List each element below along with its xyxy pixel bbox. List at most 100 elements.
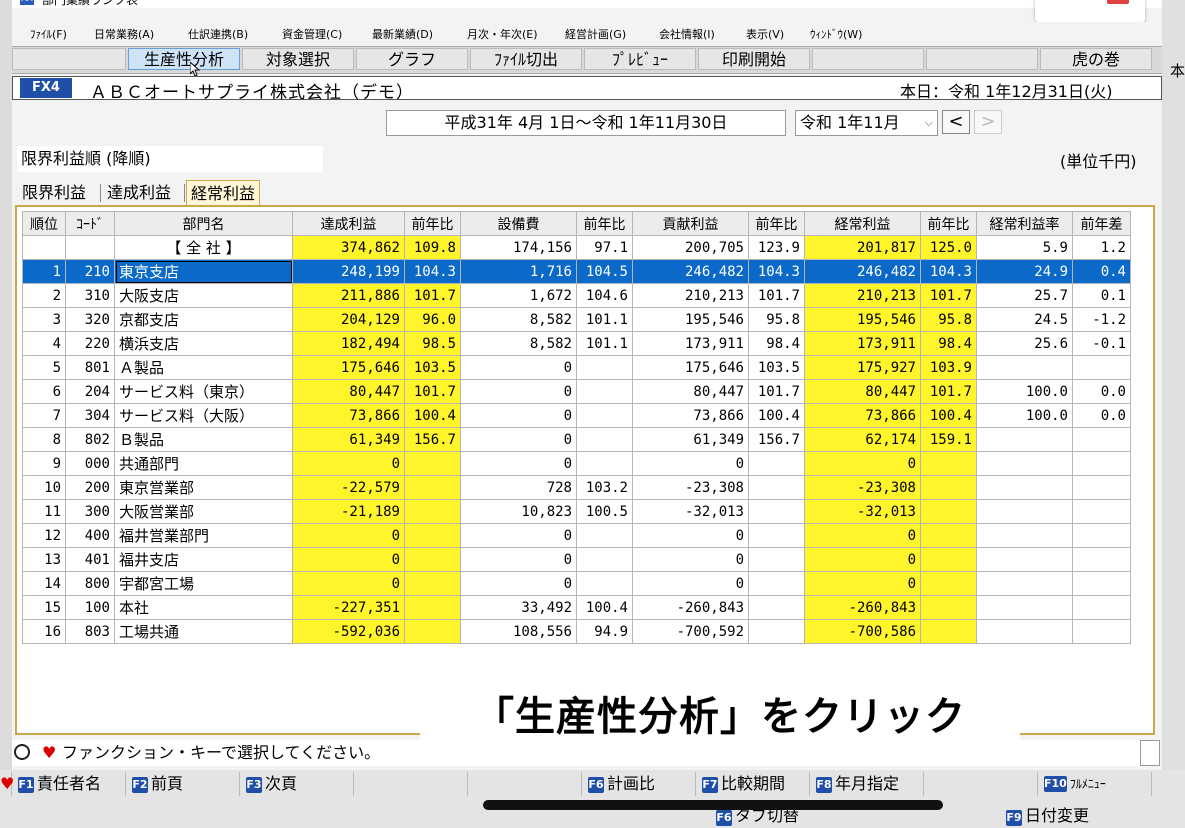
tab-achieved-profit[interactable]: 達成利益 — [103, 180, 175, 206]
value-cell — [404, 619, 461, 644]
fkey-f3[interactable]: F3 次頁 — [242, 772, 354, 796]
value-cell — [976, 427, 1073, 452]
toolbar-blank — [12, 48, 126, 70]
code-cell: 802 — [65, 427, 115, 452]
menu-daily[interactable]: 日常業務(A) — [94, 26, 154, 42]
table-row[interactable]: 14 800 宇都宮工場 0 0 0 0 — [22, 571, 1131, 596]
right-edge-text: 本 — [1170, 62, 1185, 80]
fkey-f6[interactable]: F6 計画比 — [584, 772, 696, 796]
fkey-f2[interactable]: F2 前頁 — [128, 772, 240, 796]
code-cell: 220 — [65, 331, 115, 356]
table-row[interactable]: 4 220 横浜支店 182,494 98.5 8,582 101.1 173,911 98.4… — [22, 331, 1131, 356]
date-change-key[interactable]: F9 日付変更 — [1006, 804, 1089, 828]
close-icon[interactable] — [1107, 0, 1129, 4]
value-cell — [1072, 451, 1131, 476]
next-month-button[interactable]: > — [974, 110, 1002, 134]
column-header[interactable]: 前年比 — [920, 211, 977, 236]
table-row[interactable]: 9 000 共通部門 0 0 0 0 — [22, 451, 1131, 476]
menu-latest[interactable]: 最新業績(D) — [372, 26, 433, 42]
fkey-f1[interactable]: F1 責任者名 — [14, 772, 126, 796]
tab-ordinary-profit[interactable]: 経常利益 — [186, 180, 261, 207]
table-row[interactable]: 10 200 東京営業部 -22,579 728 103.2 -23,308 -23,308 — [22, 475, 1131, 500]
value-cell — [976, 619, 1073, 644]
name-cell: 京都支店 — [114, 307, 293, 332]
value-cell: 0.0 — [1072, 403, 1131, 428]
fkey-f8[interactable]: F8 年月指定 — [812, 772, 924, 796]
table-row[interactable]: 15 100 本社 -227,351 33,492 100.4 -260,843 -260,8… — [22, 595, 1131, 620]
value-cell: -1.2 — [1072, 307, 1131, 332]
menu-bar: ﾌｧｲﾙ(F) 日常業務(A) 仕訳連携(B) 資金管理(C) 最新業績(D) … — [12, 22, 1162, 44]
menu-file[interactable]: ﾌｧｲﾙ(F) — [30, 26, 67, 42]
value-cell: 0 — [460, 355, 577, 380]
menu-view[interactable]: 表示(V) — [746, 26, 784, 42]
table-row[interactable]: 12 400 福井営業部門 0 0 0 0 — [22, 523, 1131, 548]
column-header[interactable]: 前年比 — [748, 211, 805, 236]
column-header[interactable]: 部門名 — [114, 211, 293, 236]
column-header[interactable]: 達成利益 — [292, 211, 405, 236]
fkey-f4-blank — [356, 772, 468, 796]
table-row-total[interactable]: 【 全 社 】 374,862 109.8 174,156 97.1 200,705 123… — [22, 235, 1131, 260]
menu-plan[interactable]: 経営計画(G) — [565, 26, 626, 42]
menu-funds[interactable]: 資金管理(C) — [282, 26, 342, 42]
table-row[interactable]: 2 310 大阪支店 211,886 101.7 1,672 104.6 210,213 101… — [22, 283, 1131, 308]
menu-window[interactable]: ｳｨﾝﾄﾞｳ(W) — [810, 26, 862, 42]
table-row[interactable]: 6 204 サービス料（東京） 80,447 101.7 0 80,447 101.7 80,4… — [22, 379, 1131, 404]
value-cell: 0 — [292, 451, 405, 476]
menu-journal[interactable]: 仕訳連携(B) — [188, 26, 248, 42]
status-bar: ♥ ファンクション・キーで選択してください。 — [12, 740, 1142, 766]
column-header[interactable]: 前年比 — [404, 211, 461, 236]
value-cell — [748, 475, 805, 500]
fkey-f10[interactable]: F10 ﾌﾙﾒﾆｭｰ — [1040, 772, 1152, 796]
table-row[interactable]: 8 802 Ｂ製品 61,349 156.7 0 61,349 156.7 62,174 159.… — [22, 427, 1131, 452]
prev-month-button[interactable]: < — [942, 110, 970, 134]
code-cell — [65, 235, 115, 260]
column-header[interactable]: 経常利益 — [804, 211, 921, 236]
rank-cell: 9 — [22, 451, 66, 476]
target-select-button[interactable]: 対象選択 — [242, 48, 354, 70]
value-cell: 104.6 — [576, 283, 633, 308]
heart-icon: ♥ — [42, 743, 57, 762]
column-header[interactable]: 順位 — [22, 211, 66, 236]
name-cell: サービス料（東京） — [114, 379, 293, 404]
table-row[interactable]: 7 304 サービス料（大阪） 73,866 100.4 0 73,866 100.4 73,8… — [22, 403, 1131, 428]
value-cell — [404, 499, 461, 524]
value-cell: 0 — [460, 523, 577, 548]
productivity-analysis-button[interactable]: 生産性分析 — [128, 48, 240, 70]
print-button[interactable]: 印刷開始 — [698, 48, 810, 70]
toolbar: 生産性分析 対象選択 グラフ ﾌｧｲﾙ切出 ﾌﾟﾚﾋﾞｭｰ 印刷開始 虎の巻 — [12, 46, 1162, 74]
rank-cell: 4 — [22, 331, 66, 356]
column-header[interactable]: 前年比 — [576, 211, 633, 236]
preview-button[interactable]: ﾌﾟﾚﾋﾞｭｰ — [584, 48, 696, 70]
value-cell: 0 — [632, 547, 749, 572]
column-header[interactable]: 設備費 — [460, 211, 577, 236]
fkey-f7[interactable]: F7 比較期間 — [698, 772, 810, 796]
table-row[interactable]: 3 320 京都支店 204,129 96.0 8,582 101.1 195,546 95.8… — [22, 307, 1131, 332]
month-select[interactable]: 令和 1年11月 ⌵ — [795, 110, 938, 136]
rank-cell: 10 — [22, 475, 66, 500]
value-cell — [920, 499, 977, 524]
table-row[interactable]: 13 401 福井支店 0 0 0 0 — [22, 547, 1131, 572]
instruction-caption: 「生産性分析」をクリック — [420, 690, 1020, 744]
value-cell: 123.9 — [748, 235, 805, 260]
column-header[interactable]: ｺｰﾄﾞ — [65, 211, 115, 236]
tips-button[interactable]: 虎の巻 — [1040, 48, 1152, 70]
column-header[interactable]: 貢献利益 — [632, 211, 749, 236]
menu-monthly[interactable]: 月次・年次(E) — [467, 26, 538, 42]
graph-button[interactable]: グラフ — [356, 48, 468, 70]
window-controls[interactable]: II — [1035, 0, 1145, 22]
table-row[interactable]: 1 210 東京支店 248,199 104.3 1,716 104.5 246,482 104… — [22, 259, 1131, 284]
column-header[interactable]: 前年差 — [1072, 211, 1131, 236]
file-export-button[interactable]: ﾌｧｲﾙ切出 — [470, 48, 582, 70]
name-cell: 共通部門 — [114, 451, 293, 476]
pause-icon[interactable]: II — [1070, 0, 1080, 4]
table-row[interactable]: 11 300 大阪営業部 -21,189 10,823 100.5 -32,013 -32,0… — [22, 499, 1131, 524]
table-row[interactable]: 5 801 Ａ製品 175,646 103.5 0 175,646 103.5 175,927 1… — [22, 355, 1131, 380]
column-header[interactable]: 経常利益率 — [976, 211, 1073, 236]
chevron-down-icon[interactable]: ⌵ — [925, 111, 933, 135]
value-cell: 24.9 — [976, 259, 1073, 284]
menu-company[interactable]: 会社情報(I) — [659, 26, 715, 42]
period-range: 平成31年 4月 1日～令和 1年11月30日 — [386, 110, 786, 136]
table-row[interactable]: 16 803 工場共通 -592,036 108,556 94.9 -700,592 -700… — [22, 619, 1131, 644]
tab-marginal-profit[interactable]: 限界利益 — [18, 180, 90, 206]
value-cell: 211,886 — [292, 283, 405, 308]
